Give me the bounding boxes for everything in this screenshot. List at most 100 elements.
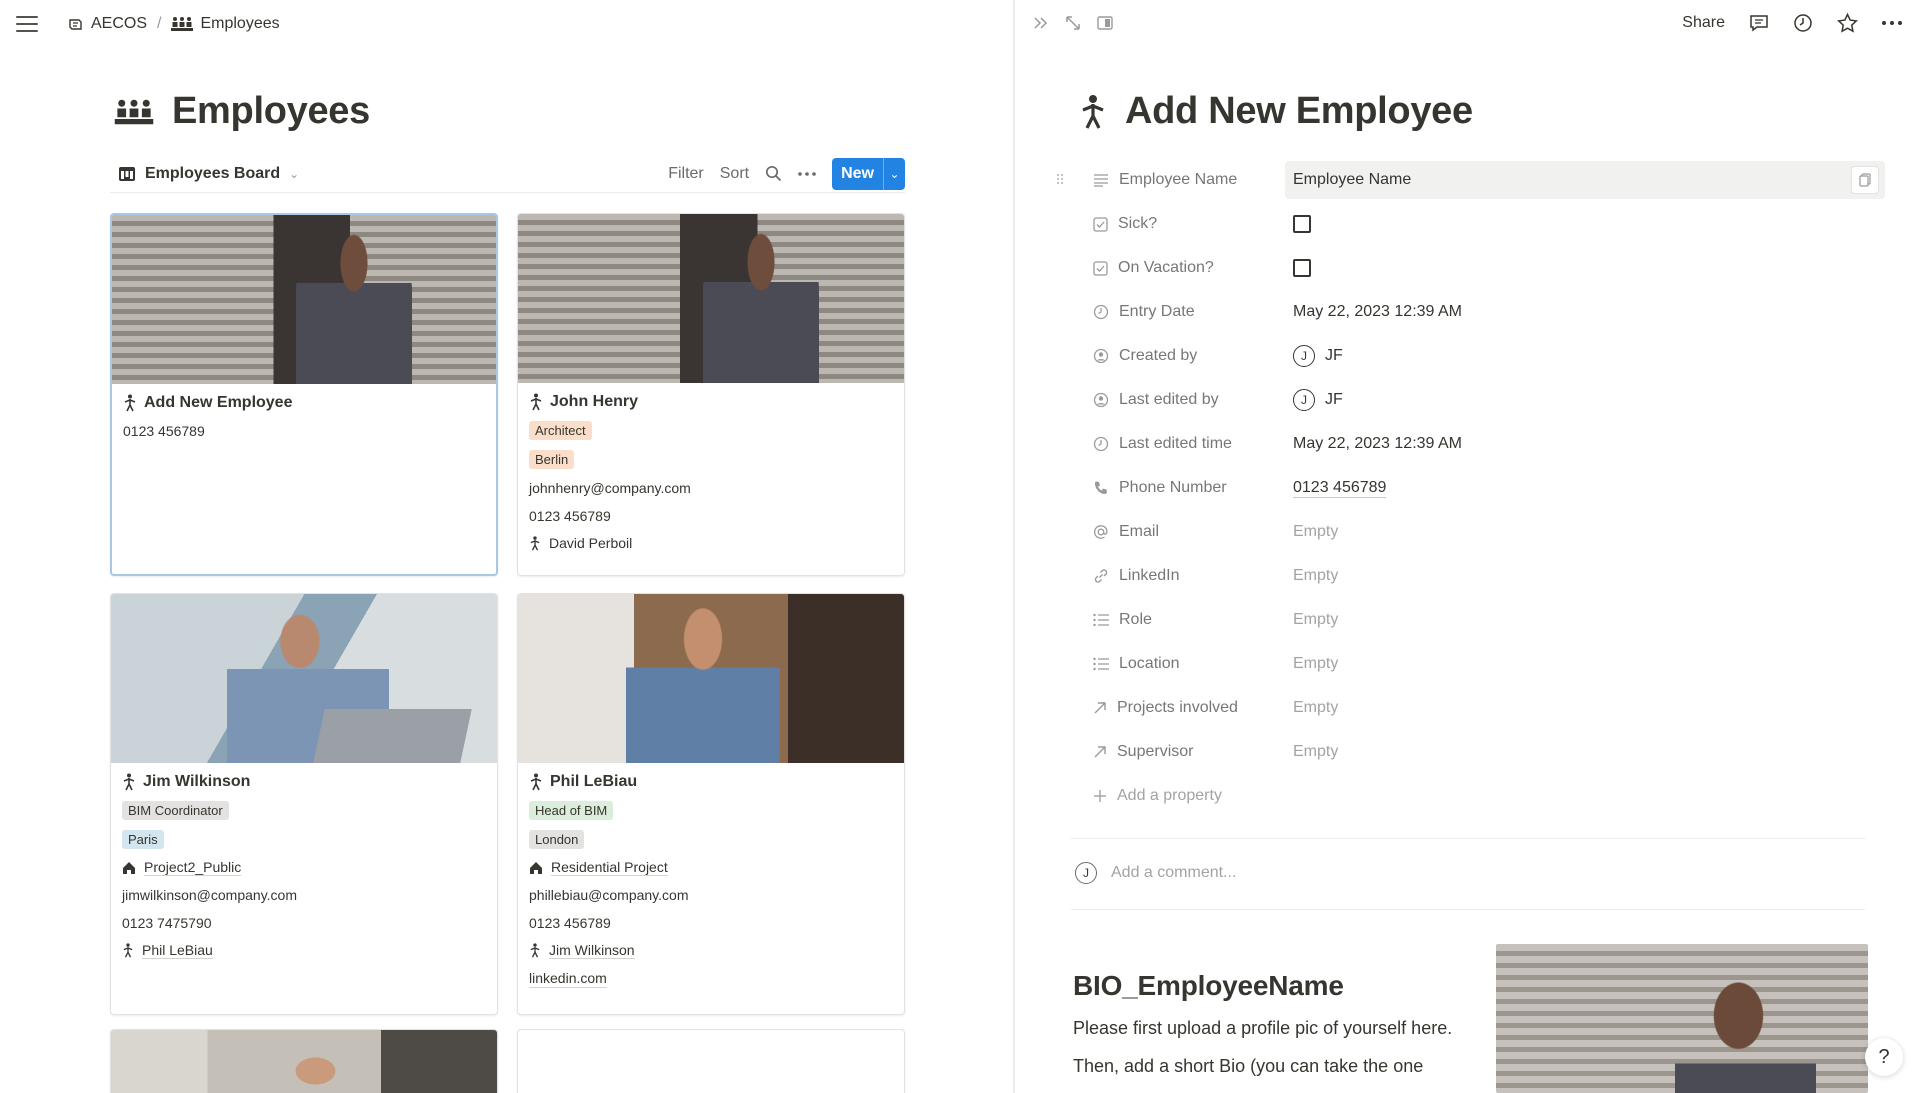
supervisor-field[interactable]: Empty [1285, 733, 1885, 771]
email-field[interactable]: Empty [1285, 513, 1885, 551]
copy-icon[interactable] [1851, 166, 1879, 194]
card-supervisor: Jim Wilkinson [529, 942, 893, 959]
linkedin-field[interactable]: Empty [1285, 557, 1885, 595]
employee-name-field[interactable]: Employee Name [1285, 161, 1885, 199]
property-label: Last edited time [1093, 435, 1285, 453]
linkedin-link[interactable]: linkedin.com [529, 969, 607, 988]
property-supervisor: Supervisor Empty [1055, 730, 1885, 774]
new-button[interactable]: New ⌄ [832, 157, 905, 190]
close-panel-icon[interactable] [1033, 16, 1049, 30]
property-label: Phone Number [1093, 479, 1285, 497]
chevron-down-icon[interactable]: ⌄ [883, 157, 905, 190]
relation-arrow-icon [1094, 702, 1106, 714]
star-icon[interactable] [1837, 13, 1858, 33]
board-card-phil-lebiau[interactable]: Phil LeBiau Head of BIM London Residenti… [517, 593, 905, 1015]
sick-checkbox[interactable] [1293, 215, 1311, 233]
created-by-value[interactable]: J JF [1285, 337, 1885, 375]
more-options-icon[interactable] [1882, 21, 1902, 25]
at-sign-icon [1093, 525, 1108, 539]
view-selector[interactable]: Employees Board ⌄ [110, 165, 299, 183]
person-icon [123, 773, 135, 791]
plus-icon [1094, 790, 1106, 802]
project-link[interactable]: Residential Project [551, 859, 668, 876]
property-linkedin: LinkedIn Empty [1055, 554, 1885, 598]
property-on-vacation: On Vacation? [1055, 246, 1885, 290]
card-title-text: Phil LeBiau [550, 773, 638, 790]
supervisor-link[interactable]: David Perboil [549, 535, 632, 551]
bio-heading: BIO_EmployeeName [1073, 970, 1344, 1001]
history-clock-icon[interactable] [1793, 13, 1813, 33]
card-phone: 0123 456789 [529, 915, 611, 931]
last-edited-time-value[interactable]: May 22, 2023 12:39 AM [1285, 425, 1885, 463]
new-button-label: New [841, 164, 874, 182]
card-supervisor: David Perboil [529, 535, 893, 551]
property-label: Created by [1093, 347, 1285, 365]
card-title: Jim Wilkinson [122, 773, 486, 791]
card-phone: 0123 456789 [123, 423, 205, 439]
board-card-jim-wilkinson[interactable]: Jim Wilkinson BIM Coordinator Paris Proj… [110, 593, 498, 1015]
comment-input[interactable]: J Add a comment... [1075, 862, 1236, 884]
bio-text[interactable]: Please first upload a profile pic of you… [1073, 1014, 1453, 1042]
role-tag: Head of BIM [529, 801, 614, 820]
search-icon[interactable] [765, 165, 782, 182]
property-role: Role Empty [1055, 598, 1885, 642]
vacation-checkbox[interactable] [1293, 259, 1311, 277]
property-label: On Vacation? [1093, 259, 1285, 277]
breadcrumb-workspace-label: AECOS [91, 15, 148, 32]
phone-number-field[interactable]: 0123 456789 [1285, 469, 1885, 507]
expand-icon[interactable] [1065, 15, 1081, 31]
bio-profile-image [1496, 944, 1868, 1093]
card-phone: 0123 7475790 [122, 915, 212, 931]
location-field[interactable]: Empty [1285, 645, 1885, 683]
drag-handle-icon[interactable]: ⠿ [1055, 172, 1067, 189]
breadcrumb-workspace[interactable]: AECOS [68, 15, 147, 33]
card-title-text: John Henry [550, 393, 639, 410]
board-card[interactable] [517, 1029, 905, 1093]
side-peek-icon[interactable] [1097, 16, 1113, 30]
share-button[interactable]: Share [1682, 14, 1725, 32]
person-icon [530, 773, 542, 791]
card-title: Phil LeBiau [529, 773, 893, 791]
filter-button[interactable]: Filter [668, 165, 704, 183]
projects-field[interactable]: Empty [1285, 689, 1885, 727]
board-card[interactable] [110, 1029, 498, 1093]
bio-text[interactable]: Then, add a short Bio (you can take the … [1073, 1052, 1453, 1080]
property-created-by: Created by J JF [1055, 334, 1885, 378]
view-toolbar: Employees Board ⌄ Filter Sort New ⌄ [110, 155, 905, 193]
last-edited-by-value[interactable]: J JF [1285, 381, 1885, 419]
employee-name-value: Employee Name [1293, 171, 1412, 188]
user-circle-icon [1093, 348, 1109, 364]
detail-topbar: Share [1015, 0, 1920, 46]
page-title: Employees [112, 90, 370, 133]
avatar: J [1293, 389, 1315, 411]
person-icon [530, 535, 540, 550]
comment-icon[interactable] [1749, 13, 1769, 33]
list-icon [1093, 657, 1109, 671]
list-icon [1093, 613, 1109, 627]
add-property-button[interactable]: Add a property [1055, 774, 1885, 818]
supervisor-link[interactable]: Phil LeBiau [142, 942, 213, 959]
property-label: Sick? [1093, 215, 1285, 233]
house-icon [123, 861, 135, 874]
property-label: Role [1093, 611, 1285, 629]
role-field[interactable]: Empty [1285, 601, 1885, 639]
breadcrumb: AECOS / Employees [68, 15, 280, 33]
divider [1071, 838, 1865, 839]
breadcrumb-page[interactable]: Employees [171, 15, 280, 33]
supervisor-link[interactable]: Jim Wilkinson [549, 942, 635, 959]
help-button[interactable]: ? [1865, 1038, 1903, 1076]
property-label: Email [1093, 523, 1285, 541]
menu-icon[interactable] [16, 16, 38, 32]
user-circle-icon [1093, 392, 1109, 408]
sort-button[interactable]: Sort [720, 165, 749, 183]
people-icon [171, 17, 194, 31]
project-link[interactable]: Project2_Public [144, 859, 242, 876]
card-linkedin: linkedin.com [529, 969, 893, 988]
property-sick: Sick? [1055, 202, 1885, 246]
property-label: Employee Name [1093, 171, 1285, 189]
entry-date-value[interactable]: May 22, 2023 12:39 AM [1285, 293, 1885, 331]
board-card-add-new-employee[interactable]: Add New Employee 0123 456789 [110, 213, 498, 576]
board-card-john-henry[interactable]: John Henry Architect Berlin johnhenry@co… [517, 213, 905, 576]
more-options-icon[interactable] [798, 171, 816, 176]
property-value [1285, 205, 1885, 243]
